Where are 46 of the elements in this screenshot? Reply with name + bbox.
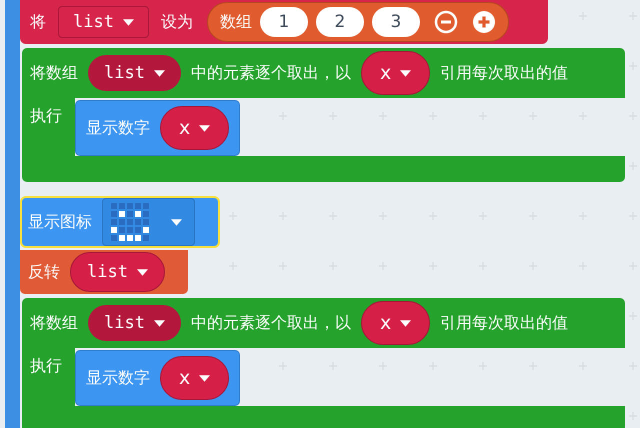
caret-icon xyxy=(199,374,210,382)
set-block[interactable]: 将 list 设为 数组 1 2 3 xyxy=(20,0,548,44)
caret-icon xyxy=(400,320,412,326)
caret-icon xyxy=(154,320,165,326)
caret-icon xyxy=(136,268,148,276)
variable-dropdown[interactable]: x xyxy=(160,106,230,150)
minus-icon[interactable] xyxy=(434,10,458,34)
block-label: 显示数字 xyxy=(86,368,150,388)
block-label: 执行 xyxy=(29,105,63,127)
variable-dropdown[interactable]: list xyxy=(88,55,181,91)
number-field[interactable]: 3 xyxy=(372,7,420,37)
number-field[interactable]: 1 xyxy=(260,7,308,37)
block-label: 将 xyxy=(30,12,46,32)
variable-dropdown[interactable]: list xyxy=(88,305,181,341)
block-label: 中的元素逐个取出，以 xyxy=(190,312,351,334)
foreach-block[interactable]: 将数组 list 中的元素逐个取出，以 x 引用每次取出的值 执行 显示数字 x xyxy=(20,296,627,428)
variable-dropdown[interactable]: list xyxy=(58,6,149,38)
show-number-block[interactable]: 显示数字 x xyxy=(75,350,240,406)
block-label: 数组 xyxy=(220,12,252,32)
block-label: 中的元素逐个取出，以 xyxy=(190,62,351,84)
caret-icon xyxy=(199,124,210,132)
show-number-block[interactable]: 显示数字 x xyxy=(75,100,240,156)
block-label: 将数组 xyxy=(30,312,78,334)
reverse-block[interactable]: 反转 list xyxy=(20,250,188,294)
block-label: 设为 xyxy=(160,12,193,32)
caret-icon xyxy=(154,70,165,76)
variable-dropdown[interactable]: x xyxy=(160,356,230,400)
array-block[interactable]: 数组 1 2 3 xyxy=(206,2,509,42)
variable-dropdown[interactable]: x xyxy=(360,51,430,95)
block-label: 显示图标 xyxy=(28,212,92,232)
block-label: 反转 xyxy=(28,262,60,282)
block-label: 引用每次取出的值 xyxy=(440,312,568,334)
foreach-block[interactable]: 将数组 list 中的元素逐个取出，以 x 引用每次取出的值 执行 显示数字 x xyxy=(20,46,627,184)
variable-dropdown[interactable]: list xyxy=(70,252,165,292)
block-label: 执行 xyxy=(29,355,63,377)
number-field[interactable]: 2 xyxy=(316,7,364,37)
caret-icon xyxy=(122,18,134,26)
plus-icon[interactable] xyxy=(472,10,496,34)
block-label: 将数组 xyxy=(30,62,78,84)
show-icon-block[interactable]: 显示图标 xyxy=(20,196,220,248)
icon-dropdown[interactable] xyxy=(102,198,195,246)
block-label: 显示数字 xyxy=(86,118,150,138)
variable-dropdown[interactable]: x xyxy=(360,301,430,345)
block-label: 引用每次取出的值 xyxy=(440,62,568,84)
caret-icon xyxy=(400,70,412,76)
caret-icon xyxy=(171,218,182,226)
